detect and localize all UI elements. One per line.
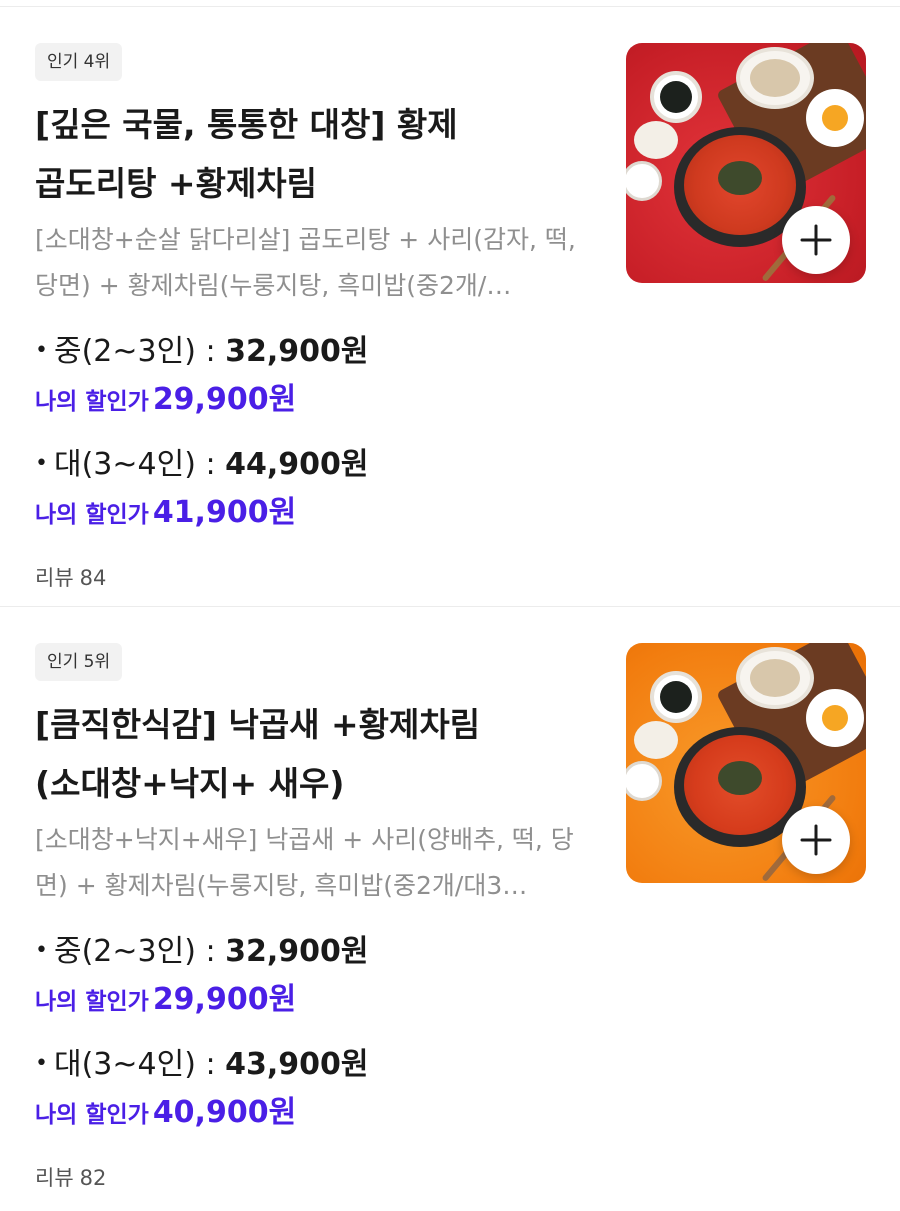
product-card[interactable]: 인기 5위 [큼직한식감] 낙곱새 +황제차림(소대창+낙지+ 새우) [소대창…: [0, 607, 900, 1211]
product-card[interactable]: 인기 4위 [깊은 국물, 통통한 대창] 황제 곱도리탕 +황제차림 [소대창…: [0, 7, 900, 606]
porridge-bowl: [736, 647, 814, 709]
bowl-lid: [634, 121, 678, 159]
side-dish-bowl: [626, 161, 662, 201]
garnish: [718, 161, 762, 195]
price-option: • 대(3~4인) : 43,900원 나의 할인가 40,900원: [35, 1042, 595, 1139]
price-option: • 대(3~4인) : 44,900원 나의 할인가 41,900원: [35, 442, 595, 539]
review-count: 84: [79, 566, 107, 590]
product-list: 인기 4위 [깊은 국물, 통통한 대창] 황제 곱도리탕 +황제차림 [소대창…: [0, 0, 900, 1211]
rank-badge: 인기 4위: [35, 43, 123, 81]
side-dish-bowl: [626, 761, 662, 801]
bullet: •: [35, 938, 48, 963]
discount-price: 40,900원: [152, 1095, 297, 1130]
bullet: •: [35, 1051, 48, 1076]
option-label: 중(2~3인) :: [53, 334, 216, 369]
product-description: [소대창+순살 닭다리살] 곱도리탕 + 사리(감자, 떡, 당면) + 황제차…: [35, 225, 576, 300]
option-row: • 중(2~3인) : 32,900원: [35, 329, 595, 374]
discount-price: 29,900원: [152, 382, 297, 417]
option-row: • 대(3~4인) : 44,900원: [35, 442, 595, 487]
discount-price: 29,900원: [152, 982, 297, 1017]
top-divider: [0, 0, 900, 7]
review-label: 리뷰: [35, 1166, 74, 1190]
option-row: • 중(2~3인) : 32,900원: [35, 929, 595, 974]
add-to-cart-button[interactable]: [782, 806, 850, 874]
seaweed-bowl: [650, 671, 702, 723]
product-info: 인기 4위 [깊은 국물, 통통한 대창] 황제 곱도리탕 +황제차림 [소대창…: [35, 43, 595, 593]
rank-badge: 인기 5위: [35, 643, 123, 681]
discount-row: 나의 할인가 29,900원: [35, 378, 595, 426]
option-price: 32,900원: [225, 934, 369, 969]
option-label: 대(3~4인) :: [53, 1047, 216, 1082]
option-label: 중(2~3인) :: [53, 934, 216, 969]
option-price: 32,900원: [225, 334, 369, 369]
review-summary[interactable]: 리뷰 84: [35, 563, 595, 593]
review-label: 리뷰: [35, 566, 74, 590]
discount-price: 41,900원: [152, 495, 297, 530]
bowl-lid: [634, 721, 678, 759]
option-price: 43,900원: [225, 1047, 369, 1082]
product-description: [소대창+낙지+새우] 낙곱새 + 사리(양배추, 떡, 당면) + 황제차림(…: [35, 825, 574, 900]
review-count: 82: [79, 1166, 107, 1190]
product-title[interactable]: [큼직한식감] 낙곱새 +황제차림(소대창+낙지+ 새우): [35, 695, 555, 813]
plus-icon: [800, 224, 832, 256]
egg-rice-bowl: [806, 89, 864, 147]
discount-label: 나의 할인가: [35, 502, 149, 528]
option-label: 대(3~4인) :: [53, 447, 216, 482]
seaweed-bowl: [650, 71, 702, 123]
discount-row: 나의 할인가 40,900원: [35, 1091, 595, 1139]
price-option: • 중(2~3인) : 32,900원 나의 할인가 29,900원: [35, 929, 595, 1026]
option-row: • 대(3~4인) : 43,900원: [35, 1042, 595, 1087]
discount-label: 나의 할인가: [35, 989, 149, 1015]
porridge-bowl: [736, 47, 814, 109]
egg-rice-bowl: [806, 689, 864, 747]
garnish: [718, 761, 762, 795]
bullet: •: [35, 451, 48, 476]
discount-label: 나의 할인가: [35, 1102, 149, 1128]
discount-row: 나의 할인가 41,900원: [35, 491, 595, 539]
option-price: 44,900원: [225, 447, 369, 482]
add-to-cart-button[interactable]: [782, 206, 850, 274]
discount-label: 나의 할인가: [35, 389, 149, 415]
plus-icon: [800, 824, 832, 856]
bullet: •: [35, 338, 48, 363]
product-info: 인기 5위 [큼직한식감] 낙곱새 +황제차림(소대창+낙지+ 새우) [소대창…: [35, 643, 595, 1193]
discount-row: 나의 할인가 29,900원: [35, 978, 595, 1026]
price-option: • 중(2~3인) : 32,900원 나의 할인가 29,900원: [35, 329, 595, 426]
review-summary[interactable]: 리뷰 82: [35, 1163, 595, 1193]
product-title[interactable]: [깊은 국물, 통통한 대창] 황제 곱도리탕 +황제차림: [35, 95, 555, 213]
